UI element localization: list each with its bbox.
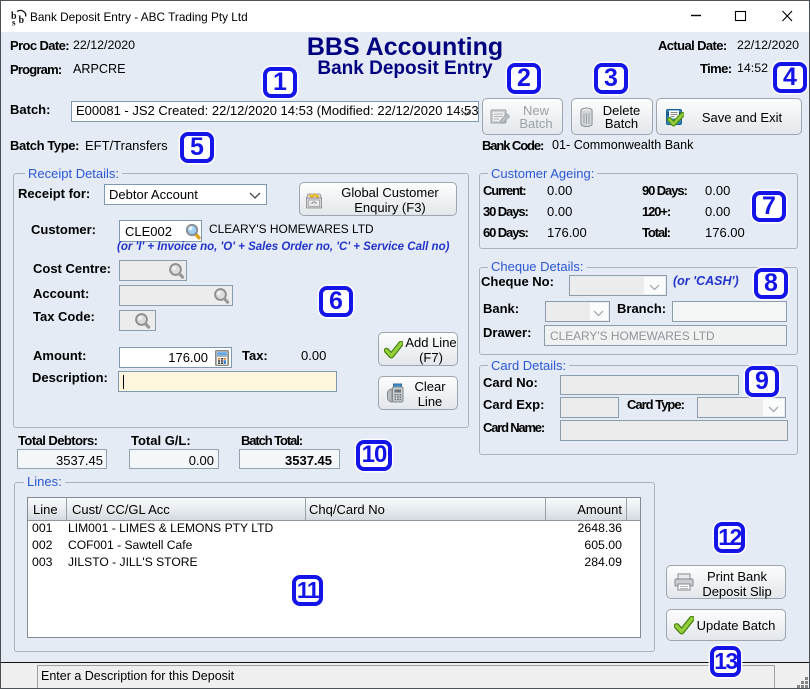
svg-text:b: b [19, 15, 25, 26]
svg-text:s: s [12, 18, 16, 27]
